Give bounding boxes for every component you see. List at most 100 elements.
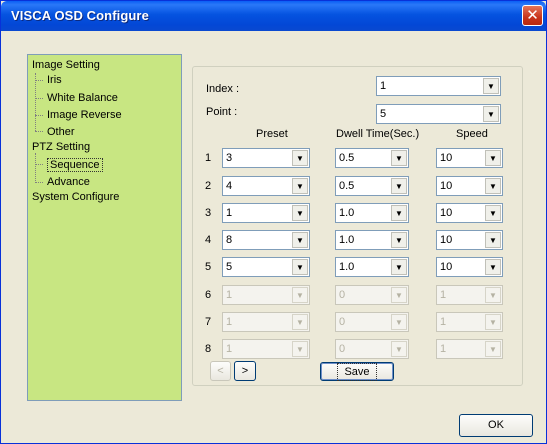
row-number: 6 <box>205 289 212 301</box>
preset-select-value: 1 <box>226 289 233 301</box>
dwell-time-select-value: 0 <box>339 316 346 328</box>
dwell-time-select[interactable]: 1.0 ▼ <box>335 230 409 250</box>
dwell-time-select: 0 ▼ <box>335 285 409 305</box>
preset-column-header: Preset <box>256 128 288 140</box>
dwell-time-select[interactable]: 0.5 ▼ <box>335 148 409 168</box>
prev-button[interactable]: < <box>210 361 231 381</box>
dwell-time-select-value: 0 <box>339 289 346 301</box>
chevron-down-icon[interactable]: ▼ <box>292 259 308 275</box>
dwell-time-select-value: 1.0 <box>339 207 355 219</box>
window-title: VISCA OSD Configure <box>11 8 149 23</box>
row-number: 2 <box>205 180 212 192</box>
save-label: Save <box>337 363 377 381</box>
chevron-down-icon[interactable]: ▼ <box>483 78 499 94</box>
speed-select: 1 ▼ <box>436 285 503 305</box>
chevron-down-icon[interactable]: ▼ <box>292 205 308 221</box>
dwell-time-select[interactable]: 1.0 ▼ <box>335 203 409 223</box>
chevron-down-icon: ▼ <box>292 314 308 330</box>
preset-select-value: 3 <box>226 152 233 164</box>
dwell-time-select-value: 0 <box>339 343 346 355</box>
chevron-down-icon[interactable]: ▼ <box>292 178 308 194</box>
chevron-down-icon[interactable]: ▼ <box>391 232 407 248</box>
chevron-down-icon[interactable]: ▼ <box>485 259 501 275</box>
save-button[interactable]: Save <box>320 362 394 381</box>
dwell-time-select-value: 1.0 <box>339 261 355 273</box>
chevron-down-icon: ▼ <box>485 287 501 303</box>
chevron-down-icon[interactable]: ▼ <box>391 259 407 275</box>
preset-select-value: 5 <box>226 261 233 273</box>
speed-select-value: 10 <box>440 261 453 273</box>
chevron-down-icon[interactable]: ▼ <box>391 205 407 221</box>
speed-select-value: 1 <box>440 316 447 328</box>
speed-select: 1 ▼ <box>436 339 503 359</box>
chevron-down-icon[interactable]: ▼ <box>485 205 501 221</box>
chevron-down-icon: ▼ <box>485 341 501 357</box>
tree-item-advance[interactable]: Advance <box>47 176 90 188</box>
speed-select[interactable]: 10 ▼ <box>436 203 503 223</box>
tree-item-sequence[interactable]: Sequence <box>47 158 103 172</box>
speed-select-value: 10 <box>440 180 453 192</box>
speed-select-value: 10 <box>440 207 453 219</box>
next-label: > <box>241 365 249 377</box>
chevron-down-icon: ▼ <box>292 287 308 303</box>
tree-item-image-reverse[interactable]: Image Reverse <box>47 109 122 121</box>
point-select[interactable]: 5 ▼ <box>376 104 501 124</box>
speed-select-value: 1 <box>440 289 447 301</box>
speed-select-value: 10 <box>440 234 453 246</box>
preset-select: 1 ▼ <box>222 339 310 359</box>
ok-button[interactable]: OK <box>459 414 533 437</box>
dwell-time-select[interactable]: 0.5 ▼ <box>335 176 409 196</box>
close-icon: ✕ <box>526 6 539 24</box>
dwell-column-header: Dwell Time(Sec.) <box>336 128 420 140</box>
index-value: 1 <box>380 80 387 92</box>
point-value: 5 <box>380 108 387 120</box>
preset-select: 1 ▼ <box>222 312 310 332</box>
tree-item-iris[interactable]: Iris <box>47 74 62 86</box>
chevron-down-icon[interactable]: ▼ <box>391 150 407 166</box>
speed-select-value: 1 <box>440 343 447 355</box>
prev-label: < <box>217 365 224 377</box>
preset-select: 1 ▼ <box>222 285 310 305</box>
chevron-down-icon: ▼ <box>391 287 407 303</box>
settings-tree: Image Setting Iris White Balance Image R… <box>27 54 182 401</box>
tree-item-white-balance[interactable]: White Balance <box>47 92 118 104</box>
preset-select[interactable]: 5 ▼ <box>222 257 310 277</box>
point-label: Point : <box>206 106 238 118</box>
preset-select-value: 4 <box>226 180 233 192</box>
dwell-time-select[interactable]: 1.0 ▼ <box>335 257 409 277</box>
chevron-down-icon[interactable]: ▼ <box>485 150 501 166</box>
close-button[interactable]: ✕ <box>522 5 543 26</box>
title-bar[interactable]: VISCA OSD Configure ✕ <box>1 1 546 31</box>
chevron-down-icon[interactable]: ▼ <box>485 232 501 248</box>
tree-item-other[interactable]: Other <box>47 126 75 138</box>
next-button[interactable]: > <box>234 361 256 381</box>
row-number: 5 <box>205 261 212 273</box>
preset-select[interactable]: 3 ▼ <box>222 148 310 168</box>
chevron-down-icon[interactable]: ▼ <box>483 106 499 122</box>
chevron-down-icon[interactable]: ▼ <box>292 150 308 166</box>
dwell-time-select-value: 1.0 <box>339 234 355 246</box>
chevron-down-icon: ▼ <box>292 341 308 357</box>
index-label: Index : <box>206 83 240 95</box>
chevron-down-icon[interactable]: ▼ <box>292 232 308 248</box>
speed-select[interactable]: 10 ▼ <box>436 176 503 196</box>
chevron-down-icon[interactable]: ▼ <box>485 178 501 194</box>
speed-select[interactable]: 10 ▼ <box>436 257 503 277</box>
dwell-time-select-value: 0.5 <box>339 180 355 192</box>
row-number: 7 <box>205 316 212 328</box>
tree-item-system-configure[interactable]: System Configure <box>32 191 119 203</box>
chevron-down-icon: ▼ <box>391 341 407 357</box>
preset-select[interactable]: 4 ▼ <box>222 176 310 196</box>
preset-select[interactable]: 1 ▼ <box>222 203 310 223</box>
dwell-time-select: 0 ▼ <box>335 312 409 332</box>
row-number: 8 <box>205 343 212 355</box>
speed-select[interactable]: 10 ▼ <box>436 148 503 168</box>
preset-select[interactable]: 8 ▼ <box>222 230 310 250</box>
speed-select[interactable]: 10 ▼ <box>436 230 503 250</box>
chevron-down-icon[interactable]: ▼ <box>391 178 407 194</box>
tree-item-image-setting[interactable]: Image Setting <box>32 59 100 71</box>
index-select[interactable]: 1 ▼ <box>376 76 501 96</box>
row-number: 1 <box>205 152 212 164</box>
dwell-time-select: 0 ▼ <box>335 339 409 359</box>
tree-item-ptz-setting[interactable]: PTZ Setting <box>32 141 90 153</box>
